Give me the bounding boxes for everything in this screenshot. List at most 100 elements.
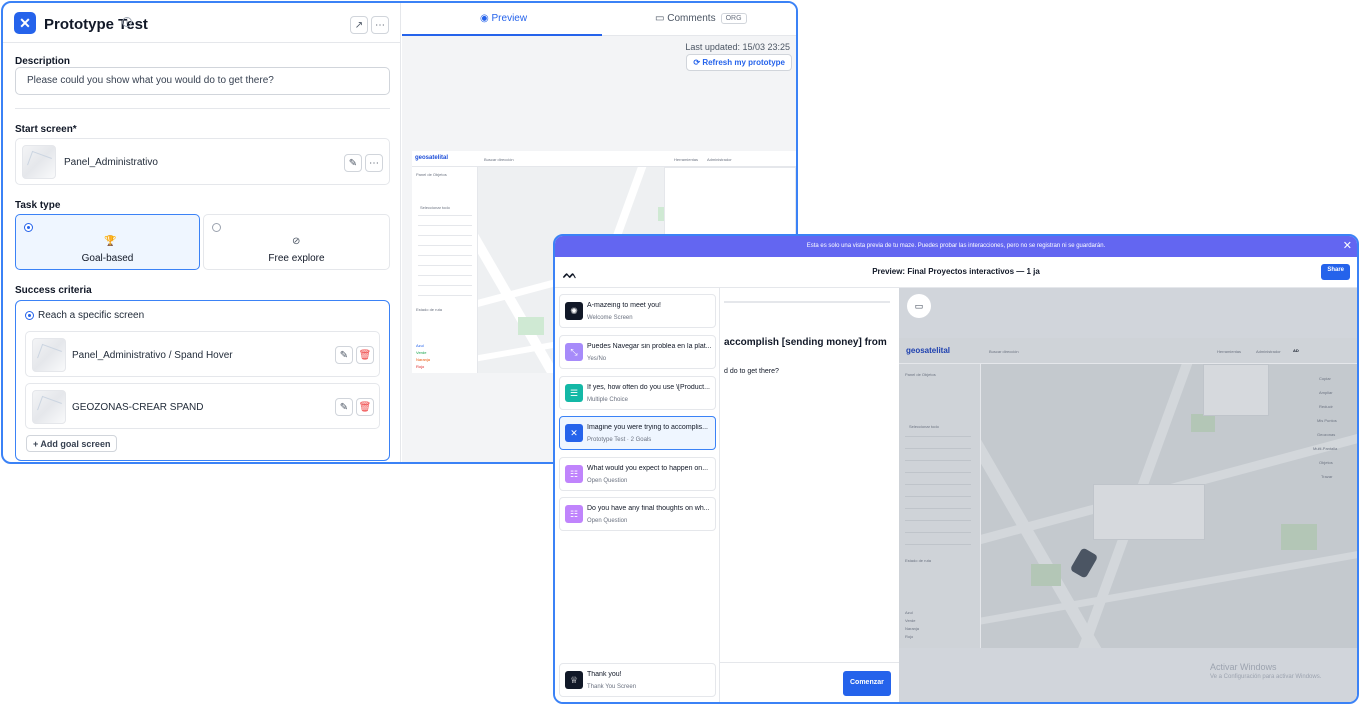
start-button[interactable]: Comenzar <box>843 671 891 696</box>
refresh-prototype-button[interactable]: ⟳ Refresh my prototype <box>686 54 792 71</box>
refresh-icon: ⟳ <box>693 58 703 67</box>
prototype-screen[interactable]: ▭ geosatelital Buscar dirección Herramie… <box>899 288 1357 702</box>
preview-tabs: ◉ Preview ▭ Comments ORG <box>402 3 796 36</box>
preview-banner: Esta es solo una vista previa de tu maze… <box>555 236 1357 257</box>
open-external-button[interactable]: ↗ <box>350 16 368 34</box>
success-criteria-label: Success criteria <box>15 285 92 296</box>
block-item[interactable]: ✺ A-mazeing to meet you! Welcome Screen <box>559 294 716 328</box>
more-options-button[interactable]: ⋯ <box>371 16 389 34</box>
block-item[interactable]: ☷ Do you have any final thoughts on wh..… <box>559 497 716 531</box>
comment-icon: ▭ <box>655 13 668 25</box>
legend-title: Estado de ruta <box>905 558 932 563</box>
goal-screen-row[interactable]: GEOZONAS-CREAR SPAND ✎ 🗑 <box>25 383 380 429</box>
screen-thumbnail <box>32 338 66 372</box>
tab-preview[interactable]: ◉ Preview <box>480 13 527 24</box>
radio-button[interactable] <box>212 223 221 232</box>
tool-objetos[interactable]: Objetos <box>1319 460 1333 465</box>
block-item[interactable]: ☷ What would you expect to happen on... … <box>559 457 716 491</box>
goal-screen-name: Panel_Administrativo / Spand Hover <box>72 350 233 361</box>
criteria-option-label: Reach a specific screen <box>38 310 145 321</box>
description-input[interactable]: Please could you show what you would do … <box>15 67 390 95</box>
select-all: Seleccionar todo <box>420 205 450 210</box>
task-type-label: Task type <box>15 200 61 211</box>
wave-icon: ✺ <box>565 302 583 320</box>
tab-comments[interactable]: ▭ Comments ORG <box>655 13 747 24</box>
last-updated-text: Last updated: 15/03 23:25 <box>685 42 790 52</box>
success-criteria-card: Reach a specific screen Panel_Administra… <box>15 300 390 461</box>
legend-title: Estado de ruta <box>416 307 443 312</box>
info-icon[interactable]: i <box>122 17 132 27</box>
tool-copiar[interactable]: Copiar <box>1319 376 1331 381</box>
task-type-goal-based[interactable]: 🏆 Goal-based <box>15 214 200 270</box>
panel-title: Panel de Objetos <box>416 172 447 177</box>
edit-icon[interactable]: ✎ <box>335 398 353 416</box>
trophy-icon: 🏆 <box>104 236 117 247</box>
prototype-icon: ✕ <box>565 424 583 442</box>
trash-icon[interactable]: 🗑 <box>356 346 374 364</box>
settings-pane: ✕ Prototype Test i ↗ ⋯ Description Pleas… <box>3 3 401 462</box>
geosatelital-logo: geosatelital <box>906 346 951 355</box>
divider <box>720 662 899 663</box>
share-button[interactable]: Share <box>1321 264 1350 280</box>
org-badge: ORG <box>720 13 747 24</box>
user-initials: AD <box>1293 348 1299 353</box>
map-side-panel: Panel de Objetos Seleccionar todo Estado… <box>412 167 478 373</box>
description-label: Description <box>15 56 71 67</box>
map-canvas[interactable]: Copiar Ampliar Reducir Mis Puntos Geozon… <box>981 364 1357 648</box>
question-subtext: d do to get there? <box>724 368 779 375</box>
geosatelital-logo: geosatelital <box>415 155 449 161</box>
radio-button[interactable] <box>25 311 34 320</box>
start-screen-label: Start screen* <box>15 124 77 135</box>
search-field: Buscar dirección <box>484 157 514 162</box>
tools-menu <box>1203 364 1269 416</box>
trophy-icon: ♕ <box>565 671 583 689</box>
map-topbar: geosatelital Buscar dirección Herramient… <box>412 151 796 167</box>
active-tab-indicator <box>402 34 602 36</box>
compass-icon: ⊘ <box>292 236 301 247</box>
edit-icon[interactable]: ✎ <box>335 346 353 364</box>
prototype-test-icon: ✕ <box>14 12 36 34</box>
eye-icon: ◉ <box>480 13 492 24</box>
task-type-label-explore: Free explore <box>268 253 325 264</box>
edit-icon[interactable]: ✎ <box>344 154 362 172</box>
tool-geozonas[interactable]: Geozonas <box>1317 432 1335 437</box>
divider <box>15 108 390 109</box>
screen-thumbnail <box>32 390 66 424</box>
map-topbar: geosatelital Buscar dirección Herramient… <box>899 338 1357 364</box>
close-icon[interactable]: ✕ <box>1343 240 1352 252</box>
menu-administrador: Administrador <box>707 157 732 162</box>
map-app-screen[interactable]: geosatelital Buscar dirección Herramient… <box>899 338 1357 648</box>
more-options-button[interactable]: ⋯ <box>365 154 383 172</box>
add-goal-screen-button[interactable]: + Add goal screen <box>26 435 118 452</box>
vehicle-icon[interactable] <box>1069 547 1099 579</box>
tool-multi-pantalla[interactable]: Multi-Pantalla <box>1313 446 1337 451</box>
block-item[interactable]: ⤡ Puedes Navegar sin problea en la plat.… <box>559 335 716 369</box>
screen-thumbnail <box>22 145 56 179</box>
start-screen-card[interactable]: Panel_Administrativo ✎ ⋯ <box>15 138 390 185</box>
select-all: Seleccionar todo <box>909 424 939 429</box>
trash-icon[interactable]: 🗑 <box>356 398 374 416</box>
goal-screen-row[interactable]: Panel_Administrativo / Spand Hover ✎ 🗑 <box>25 331 380 377</box>
open-question-icon: ☷ <box>565 505 583 523</box>
block-list: ✺ A-mazeing to meet you! Welcome Screen … <box>555 288 719 702</box>
modal-title: Preview: Final Proyectos interactivos — … <box>872 267 1040 276</box>
comment-icon[interactable]: ▭ <box>907 294 931 318</box>
tool-trazar[interactable]: Trazar <box>1321 474 1332 479</box>
tool-mis-puntos[interactable]: Mis Puntos <box>1317 418 1337 423</box>
editor-header: ✕ Prototype Test i ↗ ⋯ <box>3 3 400 43</box>
question-text: accomplish [sending money] from <box>724 337 887 348</box>
block-item[interactable]: ☰ If yes, how often do you use \[Product… <box>559 376 716 410</box>
block-item-selected[interactable]: ✕ Imagine you were trying to accomplis..… <box>559 416 716 450</box>
radio-button[interactable] <box>24 223 33 232</box>
modal-header: ᨓ Preview: Final Proyectos interactivos … <box>555 257 1357 288</box>
thank-you-block[interactable]: ♕ Thank you! Thank You Screen <box>559 663 716 697</box>
tool-ampliar[interactable]: Ampliar <box>1319 390 1333 395</box>
search-field: Buscar dirección <box>989 349 1019 354</box>
vehicle-popup <box>1093 484 1205 540</box>
task-type-free-explore[interactable]: ⊘ Free explore <box>203 214 390 270</box>
map-side-panel: Panel de Objetos Seleccionar todo Estado… <box>899 364 981 648</box>
yes-no-icon: ⤡ <box>565 343 583 361</box>
preview-modal: Esta es solo una vista previa de tu maze… <box>553 234 1359 704</box>
menu-herramientas: Herramientas <box>1217 349 1242 354</box>
tool-reducir[interactable]: Reducir <box>1319 404 1333 409</box>
